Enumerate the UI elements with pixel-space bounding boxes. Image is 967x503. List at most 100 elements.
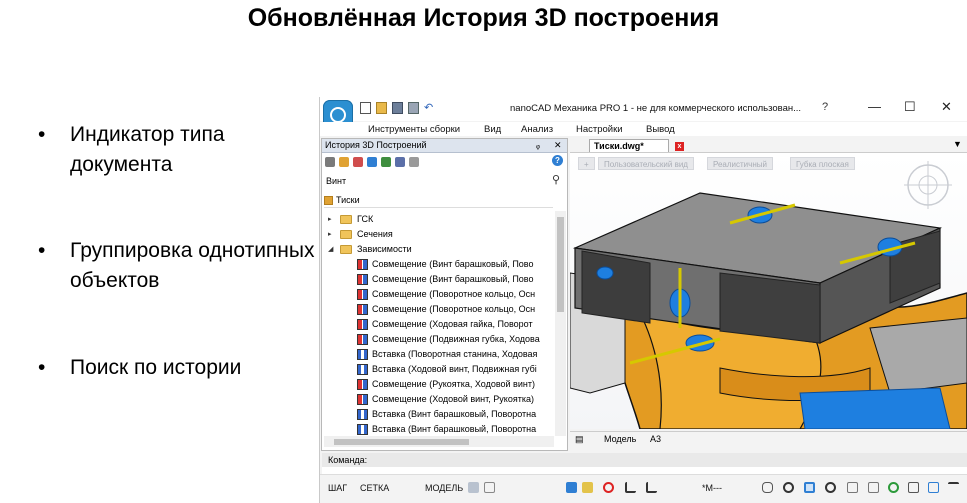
model-space-toggle[interactable]: МОДЕЛЬ bbox=[425, 483, 463, 493]
tree-item-label: Совмещение (Винт барашковый, Пово bbox=[372, 274, 534, 284]
view-rotate-icon[interactable] bbox=[868, 482, 879, 493]
command-line[interactable]: Команда: bbox=[322, 453, 967, 467]
expand-toggle-icon[interactable]: ▸ bbox=[328, 212, 336, 227]
zoom-extents-icon[interactable] bbox=[825, 482, 836, 493]
menu-settings[interactable]: Настройки bbox=[576, 124, 623, 135]
current-part-chip[interactable]: Губка плоская bbox=[790, 157, 855, 170]
tree-constraint-item[interactable]: Совмещение (Винт барашковый, Пово bbox=[324, 272, 555, 287]
tree-constraint-item[interactable]: Совмещение (Поворотное кольцо, Осн bbox=[324, 302, 555, 317]
view-name-chip[interactable]: Пользовательский вид bbox=[598, 157, 694, 170]
maximize-button[interactable]: ☐ bbox=[904, 99, 916, 115]
new-document-icon[interactable] bbox=[360, 102, 371, 114]
help-icon[interactable]: ? bbox=[822, 101, 828, 113]
fullscreen-icon[interactable] bbox=[928, 482, 939, 493]
tabs-menu-icon[interactable]: ▼ bbox=[953, 139, 962, 149]
close-button[interactable]: ✕ bbox=[941, 99, 952, 115]
group-icon[interactable] bbox=[395, 157, 405, 167]
tree-vertical-scrollbar[interactable] bbox=[555, 211, 566, 436]
scroll-thumb[interactable] bbox=[334, 439, 469, 445]
viewport-add-chip[interactable]: + bbox=[578, 157, 595, 170]
nanocad-window: ↶ nanoCAD Механика PRO 1 - не для коммер… bbox=[319, 97, 967, 503]
tree-item-label: Совмещение (Винт барашковый, Пово bbox=[372, 259, 534, 269]
zoom-window-icon[interactable] bbox=[804, 482, 815, 493]
tree-constraint-item[interactable]: Вставка (Винт барашковый, Поворотна bbox=[324, 407, 555, 422]
tree-constraint-item[interactable]: Совмещение (Ходовой винт, Рукоятка) bbox=[324, 392, 555, 407]
document-tabs: Тиски.dwg* x ▼ bbox=[570, 138, 967, 153]
menu-output[interactable]: Вывод bbox=[646, 124, 675, 135]
tree-horizontal-scrollbar[interactable] bbox=[324, 436, 554, 447]
tab-a3[interactable]: A3 bbox=[650, 434, 661, 444]
search-icon[interactable]: ⚲ bbox=[552, 173, 560, 186]
command-input[interactable] bbox=[322, 467, 967, 474]
tree-constraint-item[interactable]: Вставка (Ходовой винт, Подвижная губі bbox=[324, 362, 555, 377]
menu-view[interactable]: Вид bbox=[484, 124, 501, 135]
tree-root-label: Тиски bbox=[336, 195, 360, 205]
tab-model[interactable]: Модель bbox=[604, 434, 636, 444]
filter-icon[interactable] bbox=[325, 157, 335, 167]
status-menu-icon[interactable] bbox=[948, 482, 959, 493]
tree-folder[interactable]: ◢ Зависимости bbox=[324, 242, 555, 257]
minimize-button[interactable]: — bbox=[868, 99, 881, 114]
grid-toggle[interactable]: СЕТКА bbox=[360, 483, 389, 493]
bulb-icon[interactable] bbox=[582, 482, 593, 493]
tree-item-label: Совмещение (Рукоятка, Ходовой винт) bbox=[372, 379, 535, 389]
ucs-icon[interactable] bbox=[646, 482, 657, 493]
tree-constraint-item[interactable]: Совмещение (Винт барашковый, Пово bbox=[324, 257, 555, 272]
history-search-input[interactable] bbox=[324, 174, 554, 188]
zoom-icon[interactable] bbox=[783, 482, 794, 493]
layout-tabs: ▤ Модель A3 bbox=[570, 431, 967, 447]
tab-document[interactable]: Тиски.dwg* x bbox=[589, 139, 684, 152]
tree-constraint-item[interactable]: Совмещение (Подвижная губка, Ходова bbox=[324, 332, 555, 347]
expand-toggle-icon[interactable]: ◢ bbox=[328, 242, 336, 257]
print-icon[interactable] bbox=[408, 102, 419, 114]
tree-item-label: Зависимости bbox=[357, 244, 412, 254]
annotation-scale[interactable]: *M--- bbox=[702, 483, 722, 493]
add-component-icon[interactable] bbox=[339, 157, 349, 167]
tree-folder[interactable]: ▸ Сечения bbox=[324, 227, 555, 242]
menu-assembly-tools[interactable]: Инструменты сборки bbox=[368, 124, 460, 135]
menu-analysis[interactable]: Анализ bbox=[521, 124, 553, 135]
object-snap-icon[interactable] bbox=[566, 482, 577, 493]
tree-constraint-item[interactable]: Совмещение (Поворотное кольцо, Осн bbox=[324, 287, 555, 302]
tree-constraint-item[interactable]: Совмещение (Рукоятка, Ходовой винт) bbox=[324, 377, 555, 392]
no-entry-icon[interactable] bbox=[603, 482, 614, 493]
tab-close-icon[interactable]: x bbox=[675, 142, 684, 151]
panel-help-icon[interactable]: ? bbox=[552, 155, 563, 166]
pan-hand-icon[interactable] bbox=[762, 482, 773, 493]
expand-toggle-icon[interactable]: ▸ bbox=[328, 227, 336, 242]
orbit-icon[interactable] bbox=[847, 482, 858, 493]
tree-folder[interactable]: ▸ ГСК bbox=[324, 212, 555, 227]
tree-constraint-item[interactable]: Совмещение (Ходовая гайка, Поворот bbox=[324, 317, 555, 332]
ortho-icon[interactable] bbox=[625, 482, 636, 493]
title-bar: ↶ nanoCAD Механика PRO 1 - не для коммер… bbox=[320, 97, 967, 130]
coincidence-constraint-icon bbox=[357, 334, 368, 345]
properties-icon[interactable] bbox=[409, 157, 419, 167]
panel-close-icon[interactable]: ✕ bbox=[554, 139, 562, 152]
3d-viewport[interactable]: + Пользовательский вид Реалистичный Губк… bbox=[570, 153, 967, 429]
layout-icon[interactable] bbox=[484, 482, 495, 493]
scroll-thumb[interactable] bbox=[557, 217, 564, 312]
save-icon[interactable] bbox=[392, 102, 403, 114]
refresh-icon[interactable] bbox=[367, 157, 377, 167]
window-layout-icon[interactable] bbox=[908, 482, 919, 493]
tree-item-label: Сечения bbox=[357, 229, 393, 239]
coincidence-constraint-icon bbox=[357, 274, 368, 285]
rebuild-icon[interactable] bbox=[381, 157, 391, 167]
tree-root[interactable]: Тиски bbox=[324, 194, 553, 208]
menu-bar: Инструменты сборки Вид Анализ Настройки … bbox=[320, 122, 967, 136]
open-folder-icon[interactable] bbox=[376, 102, 387, 114]
vise-model-render bbox=[570, 161, 967, 429]
regenerate-icon[interactable] bbox=[888, 482, 899, 493]
layout-menu-icon[interactable]: ▤ bbox=[575, 434, 584, 445]
undo-icon[interactable]: ↶ bbox=[424, 102, 435, 114]
tree-constraint-item[interactable]: Вставка (Винт барашковый, Поворотна bbox=[324, 422, 555, 437]
snap-toggle[interactable]: ШАГ bbox=[328, 483, 347, 493]
insert-constraint-icon bbox=[357, 364, 368, 375]
view-cube-icon[interactable] bbox=[904, 161, 952, 209]
viewports-icon[interactable] bbox=[468, 482, 479, 493]
tree-constraint-item[interactable]: Вставка (Поворотная станина, Ходовая bbox=[324, 347, 555, 362]
visual-style-chip[interactable]: Реалистичный bbox=[707, 157, 773, 170]
pin-icon[interactable]: ᵩ bbox=[536, 139, 540, 152]
remove-component-icon[interactable] bbox=[353, 157, 363, 167]
tree-item-label: Вставка (Винт барашковый, Поворотна bbox=[372, 409, 537, 419]
